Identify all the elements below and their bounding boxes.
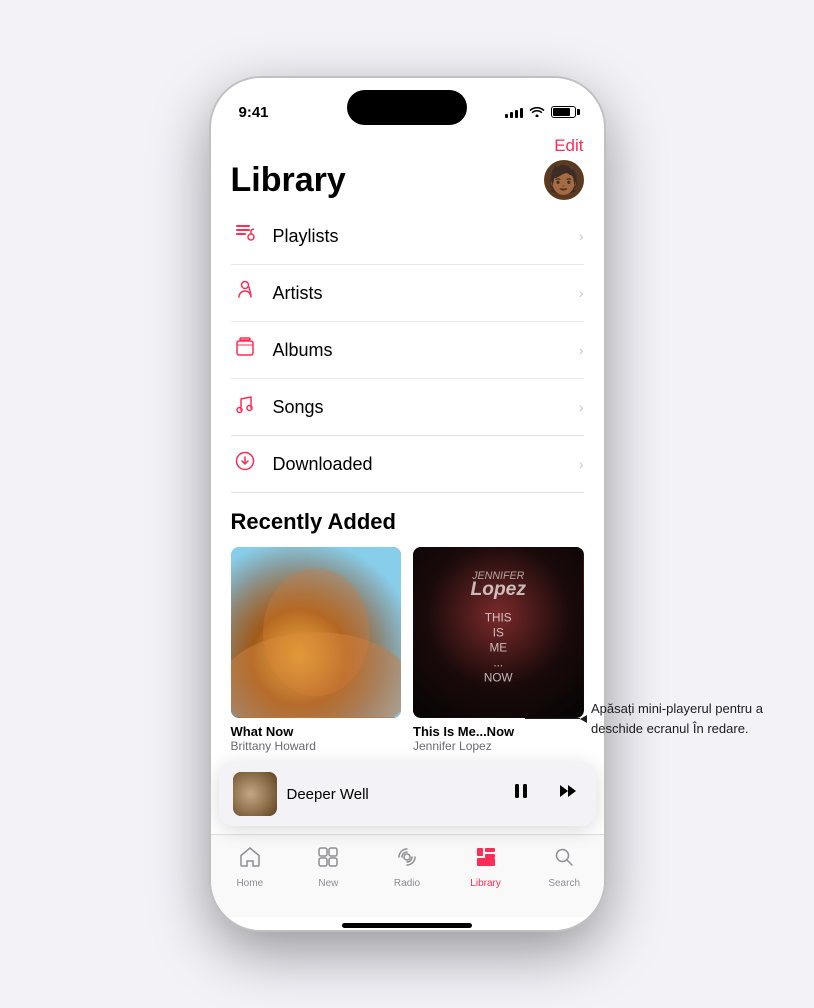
content-area: Edit Library 🧑🏾 [211, 132, 604, 930]
svg-text:IS: IS [493, 627, 504, 640]
tab-bar: Home New [211, 834, 604, 917]
album-card-what-now[interactable]: What Now Brittany Howard [231, 547, 402, 753]
tab-radio[interactable]: Radio [368, 845, 447, 889]
recently-added-title: Recently Added [231, 493, 584, 547]
mini-player-controls [506, 776, 582, 812]
svg-text:...: ... [493, 656, 503, 669]
mini-player[interactable]: Deeper Well [219, 762, 596, 826]
annotation-text: Apăsați mini-playerul pentru a deschide … [591, 699, 766, 738]
album-art-what-now [231, 547, 402, 718]
library-label: Library [470, 878, 501, 889]
search-icon [552, 845, 576, 875]
downloaded-label: Downloaded [273, 454, 373, 475]
home-label: Home [236, 878, 263, 889]
phone-frame: 9:41 [211, 78, 604, 930]
annotation: Apăsați mini-playerul pentru a deschide … [524, 699, 766, 738]
tab-search[interactable]: Search [525, 845, 604, 889]
wifi-icon [529, 105, 545, 120]
page-title: Library [231, 161, 346, 200]
songs-label: Songs [273, 397, 324, 418]
header: Edit Library 🧑🏾 [211, 132, 604, 208]
radio-label: Radio [394, 878, 420, 889]
album-artist-what-now: Brittany Howard [231, 739, 402, 753]
mini-player-art [233, 772, 277, 816]
new-icon [316, 845, 340, 875]
battery-icon [551, 106, 576, 118]
pause-button[interactable] [506, 776, 536, 812]
artists-icon [231, 279, 259, 307]
edit-button[interactable]: Edit [554, 136, 583, 156]
list-item-artists[interactable]: Artists › [231, 265, 584, 322]
playlists-label: Playlists [273, 226, 339, 247]
list-item-albums[interactable]: Albums › [231, 322, 584, 379]
tab-new[interactable]: New [289, 845, 368, 889]
status-icons [505, 105, 576, 120]
svg-text:Lopez: Lopez [471, 579, 527, 600]
songs-icon [231, 393, 259, 421]
artists-label: Artists [273, 283, 323, 304]
tab-library[interactable]: Library [446, 845, 525, 889]
chevron-icon: › [579, 456, 584, 472]
list-item-songs[interactable]: Songs › [231, 379, 584, 436]
dynamic-island [347, 90, 467, 125]
playlists-icon [231, 222, 259, 250]
forward-button[interactable] [552, 776, 582, 812]
chevron-icon: › [579, 342, 584, 358]
tab-home[interactable]: Home [211, 845, 290, 889]
library-list: Playlists › Artists [211, 208, 604, 762]
chevron-icon: › [579, 285, 584, 301]
albums-icon [231, 336, 259, 364]
avatar[interactable]: 🧑🏾 [544, 160, 584, 200]
library-icon [474, 845, 498, 875]
album-artist-jlo: Jennifer Lopez [413, 739, 584, 753]
annotation-arrow [524, 715, 587, 723]
album-title-what-now: What Now [231, 724, 402, 739]
avatar-image: 🧑🏾 [546, 166, 581, 194]
svg-text:ME: ME [489, 641, 507, 654]
new-label: New [318, 878, 338, 889]
home-indicator [342, 923, 472, 928]
status-time: 9:41 [239, 104, 269, 121]
mini-player-title: Deeper Well [287, 786, 496, 803]
home-icon [238, 845, 262, 875]
svg-text:NOW: NOW [484, 671, 514, 684]
radio-icon [395, 845, 419, 875]
chevron-icon: › [579, 228, 584, 244]
mini-player-info: Deeper Well [287, 786, 496, 803]
albums-label: Albums [273, 340, 333, 361]
signal-icon [505, 106, 523, 118]
svg-text:THIS: THIS [485, 612, 512, 625]
search-label: Search [548, 878, 580, 889]
list-item-downloaded[interactable]: Downloaded › [231, 436, 584, 493]
downloaded-icon [231, 450, 259, 478]
list-item-playlists[interactable]: Playlists › [231, 208, 584, 265]
album-art-jlo: JENNIFER Lopez THIS IS ME ... NOW [413, 547, 584, 718]
chevron-icon: › [579, 399, 584, 415]
